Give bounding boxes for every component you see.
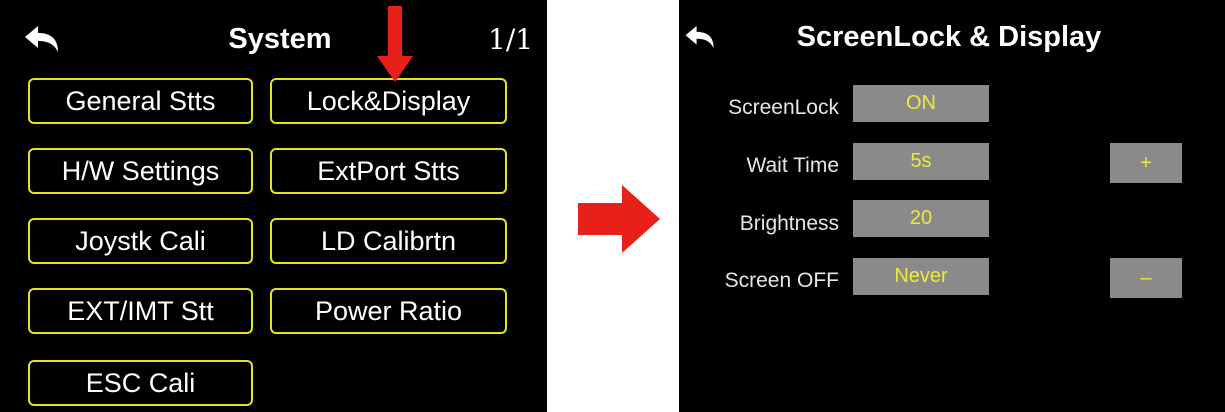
joystick-calibration-button[interactable]: Joystk Cali: [28, 218, 253, 264]
page-title: System: [228, 23, 332, 55]
decrease-button[interactable]: –: [1110, 258, 1182, 298]
general-settings-button[interactable]: General Stts: [28, 78, 253, 124]
wait-time-label: Wait Time: [746, 154, 839, 177]
red-right-arrow-icon: [578, 185, 660, 253]
red-down-arrow-icon: [377, 6, 413, 82]
lock-display-button[interactable]: Lock&Display: [270, 78, 507, 124]
screen-off-value[interactable]: Never: [853, 258, 989, 295]
power-ratio-button[interactable]: Power Ratio: [270, 288, 507, 334]
page-title: ScreenLock & Display: [796, 21, 1102, 53]
back-arrow-icon[interactable]: [22, 24, 62, 54]
brightness-value[interactable]: 20: [853, 200, 989, 237]
brightness-label: Brightness: [739, 212, 839, 235]
screen-off-label: Screen OFF: [724, 269, 839, 292]
extport-settings-button[interactable]: ExtPort Stts: [270, 148, 507, 194]
screenlock-display-screen: ScreenLock & Display ScreenLock ON Wait …: [679, 0, 1225, 412]
increase-button[interactable]: +: [1110, 143, 1182, 183]
screenlock-value[interactable]: ON: [853, 85, 989, 122]
ld-calibration-button[interactable]: LD Calibrtn: [270, 218, 507, 264]
screenlock-label: ScreenLock: [728, 96, 839, 119]
system-menu-screen: System 1/1 General Stts Lock&Display H/W…: [0, 0, 547, 412]
page-indicator: 1/1: [488, 23, 534, 56]
ext-imt-settings-button[interactable]: EXT/IMT Stt: [28, 288, 253, 334]
esc-calibration-button[interactable]: ESC Cali: [28, 360, 253, 406]
wait-time-value[interactable]: 5s: [853, 143, 989, 180]
hw-settings-button[interactable]: H/W Settings: [28, 148, 253, 194]
back-arrow-icon[interactable]: [683, 24, 717, 50]
